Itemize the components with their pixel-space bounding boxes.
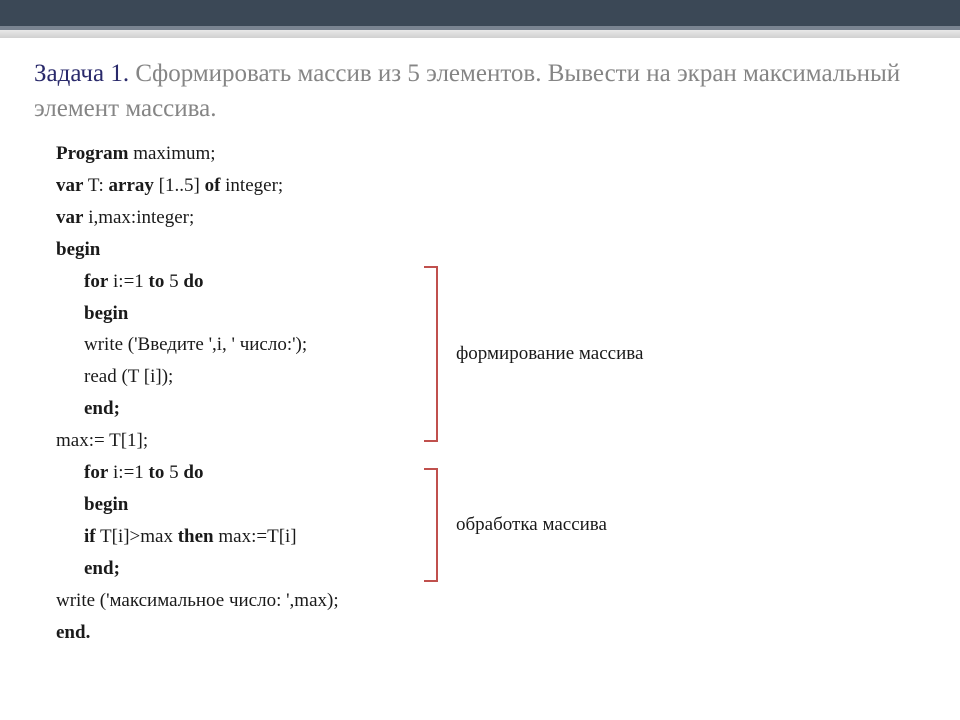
slide-content: Задача 1. Сформировать массив из 5 элеме… <box>0 38 960 669</box>
annotation-text-1: формирование массива <box>456 343 643 365</box>
code-line-2: var T: array [1..5] of integer; <box>56 170 926 202</box>
code-block: Program maximum; var T: array [1..5] of … <box>34 138 926 649</box>
title-bar-accent <box>0 30 960 38</box>
task-label: Задача 1. <box>34 60 129 87</box>
code-line-1: Program maximum; <box>56 138 926 170</box>
code-line-4: begin <box>56 234 926 266</box>
annotation-process-array: обработка массива <box>424 468 607 582</box>
code-line-15: write ('максимальное число: ',max); <box>56 585 926 617</box>
annotation-form-array: формирование массива <box>424 266 643 442</box>
code-line-16: end. <box>56 617 926 649</box>
annotation-text-2: обработка массива <box>456 514 607 536</box>
title-bar <box>0 0 960 30</box>
code-line-3: var i,max:integer; <box>56 202 926 234</box>
task-heading: Задача 1. Сформировать массив из 5 элеме… <box>34 56 926 126</box>
bracket-icon <box>424 468 438 582</box>
bracket-icon <box>424 266 438 442</box>
task-text: Сформировать массив из 5 элементов. Выве… <box>34 60 900 122</box>
